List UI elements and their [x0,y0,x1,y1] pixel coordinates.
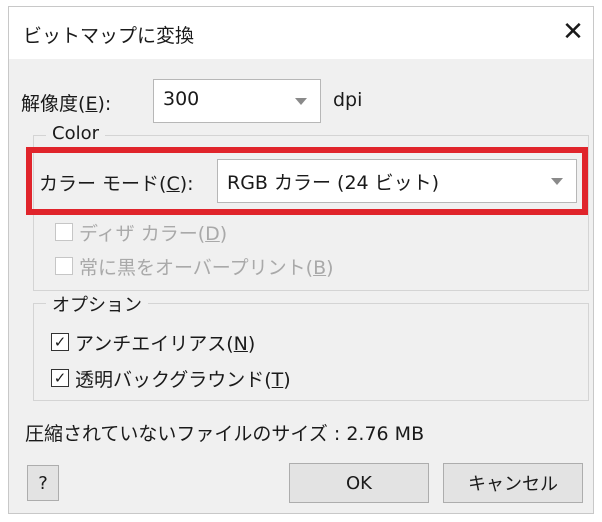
color-mode-value: RGB カラー (24 ビット) [227,172,440,194]
dither-checkbox[interactable] [55,223,73,241]
color-mode-label: カラー モード(C): [39,173,194,195]
overprint-black-checkbox[interactable] [55,257,73,275]
resolution-mnemonic: E [85,93,98,115]
resolution-value: 300 [163,88,200,110]
resolution-combo[interactable]: 300 [153,79,321,123]
title-bar: ビットマップに変換 ✕ [9,7,593,59]
checkmark-icon: ✓ [53,369,67,387]
resolution-label-text: 解像度 [21,93,79,115]
transparent-background-checkbox[interactable]: ✓ [51,369,69,387]
antialias-label-text: アンチエイリアス [75,333,227,355]
color-mode-select[interactable]: RGB カラー (24 ビット) [217,159,577,203]
dither-label: ディザ カラー(D) [79,223,228,245]
color-mode-label-text: カラー モード [39,173,160,195]
overprint-black-mnemonic: B [313,257,327,279]
convert-to-bitmap-dialog: ビットマップに変換 ✕ 解像度(E): 300 dpi Color カラー モー… [8,6,594,514]
transparent-background-label: 透明バックグラウンド(T) [75,369,291,391]
resolution-label: 解像度(E): [21,93,112,115]
dither-label-text: ディザ カラー [79,223,198,245]
antialias-mnemonic: N [233,333,248,355]
dither-mnemonic: D [205,223,220,245]
color-mode-mnemonic: C [166,173,180,195]
resolution-unit: dpi [333,89,363,111]
antialias-label: アンチエイリアス(N) [75,333,256,355]
chevron-down-icon[interactable] [282,80,320,122]
transparent-background-label-text: 透明バックグラウンド [75,369,265,391]
cancel-button[interactable]: キャンセル [443,463,583,503]
antialias-checkbox[interactable]: ✓ [51,333,69,351]
dialog-title: ビットマップに変換 [23,25,195,47]
transparent-background-mnemonic: T [271,369,284,391]
close-icon[interactable]: ✕ [557,15,589,49]
checkmark-icon: ✓ [53,333,67,351]
overprint-black-label: 常に黒をオーバープリント(B) [79,257,334,279]
uncompressed-size-text: 圧縮されていないファイルのサイズ : 2.76 MB [25,423,425,445]
help-button[interactable]: ? [27,465,59,501]
color-group-legend: Color [46,123,105,144]
chevron-down-icon[interactable] [538,160,576,202]
overprint-black-label-text: 常に黒をオーバープリント [79,257,306,279]
options-group-legend: オプション [46,291,148,317]
ok-button[interactable]: OK [289,463,429,503]
